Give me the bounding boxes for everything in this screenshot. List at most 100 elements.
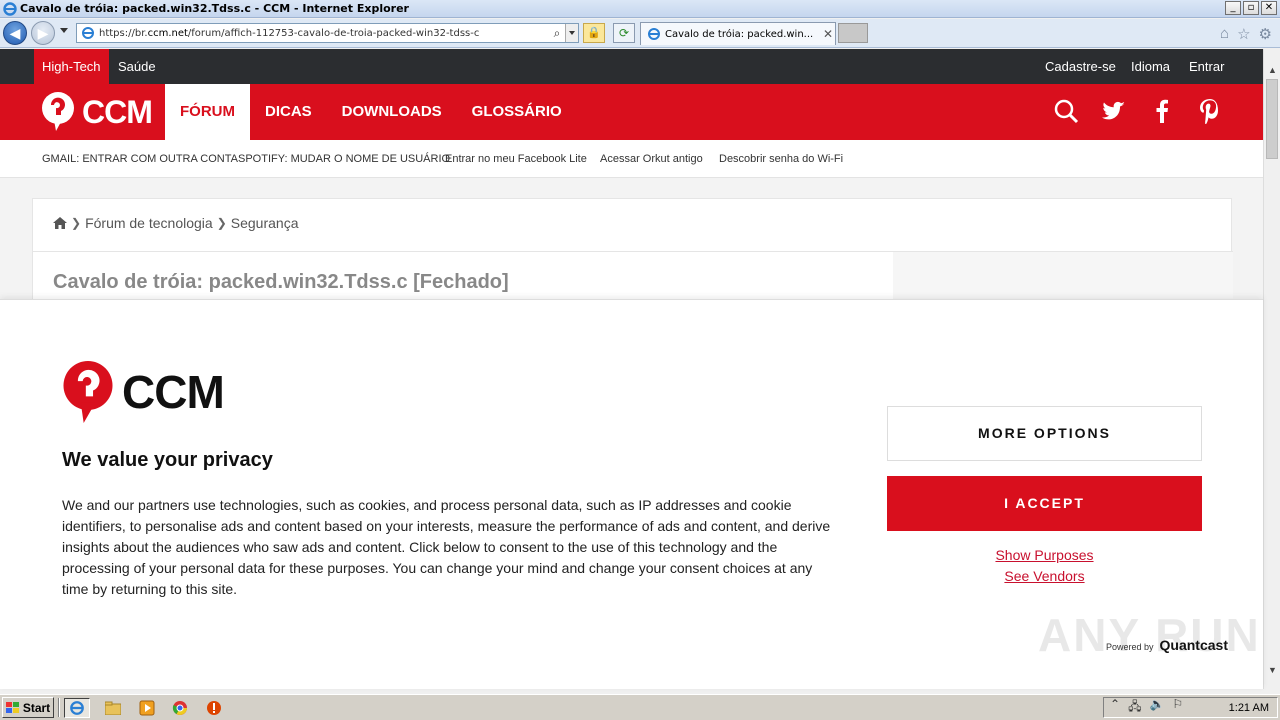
anyrun-watermark: ANY RUN (1038, 609, 1261, 661)
main-nav: FÓRUM DICAS DOWNLOADS GLOSSÁRIO (165, 84, 577, 140)
windows-flag-icon (5, 701, 19, 713)
home-icon[interactable]: ⌂ (1220, 25, 1229, 43)
site-logo[interactable]: CCM (40, 92, 153, 132)
address-url[interactable]: https://br.ccm.net/forum/affich-112753-c… (99, 28, 549, 39)
home-icon[interactable] (53, 217, 67, 229)
social-icons (1053, 98, 1223, 124)
refresh-icon[interactable]: ⟳ (613, 23, 635, 43)
search-icon[interactable] (1053, 98, 1079, 124)
back-button[interactable]: ◀ (3, 21, 27, 45)
ccm-logo-icon (63, 361, 113, 423)
taskbar: Start ⌃ 🖧 🔈 ⚐ 1:21 AM (0, 694, 1280, 720)
close-window-button[interactable]: ✕ (1261, 1, 1277, 15)
tray-icons: ⌃ 🖧 🔈 ⚐ (1110, 697, 1183, 718)
media-player-icon (139, 700, 155, 716)
internet-explorer-icon (3, 1, 17, 16)
site-header: CCM FÓRUM DICAS DOWNLOADS GLOSSÁRIO (0, 84, 1263, 140)
chevron-right-icon: ❯ (71, 216, 82, 230)
tab-favicon-icon (648, 28, 660, 40)
tab-close-icon[interactable]: ✕ (821, 27, 835, 41)
nav-dicas[interactable]: DICAS (250, 84, 327, 140)
address-dropdown-icon[interactable] (565, 24, 578, 42)
page-title: Cavalo de tróia: packed.win32.Tdss.c [Fe… (53, 271, 509, 293)
tools-gear-icon[interactable]: ⚙ (1259, 25, 1272, 43)
window-title: Cavalo de tróia: packed.win32.Tdss.c - C… (20, 2, 409, 15)
tray-expand-icon[interactable]: ⌃ (1110, 697, 1120, 718)
new-tab-button[interactable] (838, 23, 868, 43)
taskbar-media-button[interactable] (134, 698, 160, 718)
login-link[interactable]: Entrar (1181, 49, 1232, 84)
show-purposes-link[interactable]: Show Purposes (887, 547, 1202, 563)
browser-tab[interactable]: Cavalo de tróia: packed.win... ✕ (640, 22, 836, 45)
system-tray: ⌃ 🖧 🔈 ⚐ 1:21 AM (1103, 697, 1278, 718)
window-title-bar: Cavalo de tróia: packed.win32.Tdss.c - C… (0, 0, 1280, 18)
taskbar-explorer-button[interactable] (100, 698, 126, 718)
quick-link[interactable]: Acessar Orkut antigo (600, 140, 703, 178)
consent-logo-text: CCM (122, 366, 225, 418)
facebook-icon[interactable] (1149, 98, 1175, 124)
topnav-saude[interactable]: Saúde (110, 49, 164, 84)
ccm-logo-icon (42, 92, 74, 131)
twitter-icon[interactable] (1101, 98, 1127, 124)
nav-downloads[interactable]: DOWNLOADS (327, 84, 457, 140)
powered-by-label: Powered by (1106, 642, 1154, 652)
browser-toolbar: ◀ ▶ https://br.ccm.net/forum/affich-1127… (0, 19, 1280, 48)
forward-button[interactable]: ▶ (31, 21, 55, 45)
breadcrumb-forum[interactable]: Fórum de tecnologia (85, 215, 213, 231)
nav-forum[interactable]: FÓRUM (165, 84, 250, 140)
powered-by: Powered by Quantcast (1106, 637, 1228, 653)
taskbar-separator (58, 698, 60, 717)
search-icon[interactable]: ⌕ (549, 26, 565, 41)
start-label: Start (22, 700, 51, 715)
restore-button[interactable]: ▫ (1243, 1, 1259, 15)
quick-link[interactable]: SPOTIFY: MUDAR O NOME DE USUÁRIO (238, 140, 450, 178)
quick-links-bar: GMAIL: ENTRAR COM OUTRA CONTA SPOTIFY: M… (0, 140, 1263, 178)
consent-logo: CCM (62, 361, 225, 423)
privacy-consent-dialog: CCM We value your privacy We and our par… (0, 299, 1263, 689)
address-bar[interactable]: https://br.ccm.net/forum/affich-112753-c… (76, 23, 579, 43)
clock[interactable]: 1:21 AM (1229, 702, 1269, 714)
pinterest-icon[interactable] (1197, 98, 1223, 124)
minimize-button[interactable]: _ (1225, 1, 1241, 15)
start-button[interactable]: Start (2, 697, 54, 718)
scroll-down-icon[interactable]: ▼ (1268, 665, 1277, 675)
quick-link[interactable]: GMAIL: ENTRAR COM OUTRA CONTA (42, 140, 238, 178)
topnav-high-tech[interactable]: High-Tech (34, 49, 109, 84)
network-icon[interactable]: 🖧 (1128, 697, 1141, 718)
chrome-icon (172, 701, 187, 715)
breadcrumb-seguranca[interactable]: Segurança (231, 215, 299, 231)
window-controls: _ ▫ ✕ (1225, 1, 1277, 15)
taskbar-chrome-button[interactable] (167, 698, 193, 718)
alert-icon (207, 701, 221, 715)
accept-button[interactable]: I ACCEPT (887, 476, 1202, 531)
breadcrumb: ❯ Fórum de tecnologia ❯ Segurança (53, 215, 298, 231)
nav-glossario[interactable]: GLOSSÁRIO (457, 84, 577, 140)
tab-title: Cavalo de tróia: packed.win... (665, 28, 814, 40)
quick-link[interactable]: Descobrir senha do Wi-Fi (719, 140, 843, 178)
favorites-star-icon[interactable]: ☆ (1237, 25, 1250, 43)
consent-title: We value your privacy (62, 449, 273, 471)
taskbar-security-button[interactable] (201, 698, 227, 718)
folder-icon (105, 701, 121, 715)
chevron-right-icon: ❯ (216, 216, 227, 230)
site-top-bar: High-Tech Saúde Cadastre-se Idioma Entra… (0, 49, 1263, 84)
action-center-flag-icon[interactable]: ⚐ (1172, 697, 1183, 718)
internet-explorer-icon (70, 701, 84, 715)
logo-text: CCM (82, 93, 153, 130)
quantcast-logo: Quantcast (1159, 637, 1228, 653)
language-link[interactable]: Idioma (1123, 49, 1178, 84)
scroll-thumb[interactable] (1266, 79, 1278, 159)
vertical-scrollbar[interactable]: ▲ ▼ (1263, 49, 1280, 689)
volume-icon[interactable]: 🔈 (1149, 697, 1164, 718)
lock-icon[interactable]: 🔒 (583, 23, 605, 43)
signup-link[interactable]: Cadastre-se (1037, 49, 1124, 84)
scroll-up-icon[interactable]: ▲ (1268, 65, 1277, 75)
more-options-button[interactable]: MORE OPTIONS (887, 406, 1202, 461)
taskbar-ie-button[interactable] (64, 698, 90, 718)
history-dropdown-icon[interactable] (60, 28, 68, 33)
browser-tool-icons: ⌂ ☆ ⚙ (1220, 25, 1272, 43)
page-icon (82, 27, 94, 39)
see-vendors-link[interactable]: See Vendors (887, 568, 1202, 584)
consent-body: We and our partners use technologies, su… (62, 497, 831, 597)
quick-link[interactable]: Entrar no meu Facebook Lite (445, 140, 587, 178)
